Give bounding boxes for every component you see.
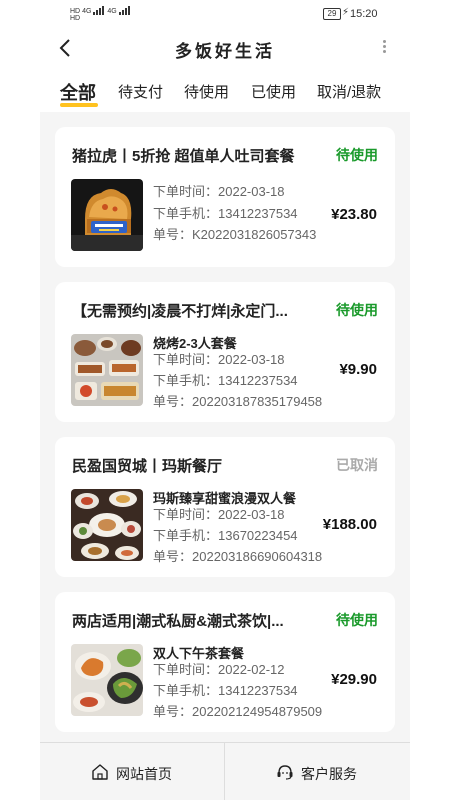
phone-screen: HD 4G 4G HD 29 ⚡ 15:20 多饭好生活 全部 待支付 待使用 … <box>40 0 410 800</box>
active-tab-indicator <box>60 103 98 107</box>
tab-cancelled-refund[interactable]: 取消/退款 <box>317 81 381 102</box>
order-status: 已取消 <box>336 457 378 473</box>
order-price: ¥188.00 <box>322 516 377 533</box>
customer-service-label: 客户服务 <box>301 766 357 782</box>
shop-name: 民盈国贸城丨玛斯餐厅 <box>72 458 223 475</box>
product-image <box>71 334 143 406</box>
order-phone: 下单手机：13412237534 <box>153 373 298 388</box>
tab-all[interactable]: 全部 <box>60 79 96 105</box>
bottom-bar: 网站首页 客户服务 <box>40 742 410 800</box>
signal-icon-2 <box>118 6 131 15</box>
order-number: 单号：202202124954879509 <box>153 704 323 719</box>
clock: 15:20 <box>350 8 378 20</box>
product-image <box>71 179 143 251</box>
order-price: ¥23.80 <box>331 206 377 223</box>
product-image <box>71 644 143 716</box>
network-label-2: 4G <box>107 8 117 15</box>
shop-name: 两店适用|潮式私厨&潮式茶饮|... <box>72 613 284 630</box>
order-status: 待使用 <box>336 612 378 628</box>
customer-service-icon <box>277 765 293 780</box>
order-price: ¥9.90 <box>339 361 377 378</box>
signal-hd-label: HD <box>70 8 81 15</box>
signal-indicator: HD 4G 4G HD <box>70 6 131 22</box>
signal-hd-label-2: HD <box>70 15 81 22</box>
page-title: 多饭好生活 <box>175 42 275 61</box>
home-button-label: 网站首页 <box>116 766 172 782</box>
order-number: 单号：K2022031826057343 <box>153 227 317 242</box>
order-number: 单号：202203186690604318 <box>153 549 323 564</box>
tab-used[interactable]: 已使用 <box>251 81 296 102</box>
shop-name: 猪拉虎丨5折抢 超值单人吐司套餐 <box>72 148 295 165</box>
order-time: 下单时间：2022-03-18 <box>153 507 285 522</box>
order-card[interactable]: 猪拉虎丨5折抢 超值单人吐司套餐 待使用 下单时间：2022-03-18 下单手… <box>55 127 395 267</box>
order-tabs: 全部 待支付 待使用 已使用 取消/退款 <box>40 68 410 112</box>
home-button[interactable]: 网站首页 <box>40 743 224 800</box>
order-time: 下单时间：2022-02-12 <box>153 662 285 677</box>
order-phone: 下单手机：13670223454 <box>153 528 298 543</box>
order-status: 待使用 <box>336 302 378 318</box>
order-price: ¥29.90 <box>331 671 377 688</box>
order-number: 单号：202203187835179458 <box>153 394 323 409</box>
navigation-bar: 多饭好生活 <box>40 28 410 68</box>
status-bar: HD 4G 4G HD 29 ⚡ 15:20 <box>40 0 410 28</box>
order-card[interactable]: 民盈国贸城丨玛斯餐厅 已取消 玛斯臻享甜蜜浪漫双人餐 下单时间：2022-03-… <box>55 437 395 577</box>
more-vertical-icon <box>380 40 388 53</box>
tab-pending-use[interactable]: 待使用 <box>184 81 229 102</box>
order-card[interactable]: 【无需预约|凌晨不打烊|永定门... 待使用 烧烤2-3人套餐 下单时间：202… <box>55 282 395 422</box>
order-card[interactable]: 两店适用|潮式私厨&潮式茶饮|... 待使用 双人下午茶套餐 下单时间：2022… <box>55 592 395 732</box>
product-image <box>71 489 143 561</box>
shop-name: 【无需预约|凌晨不打烊|永定门... <box>72 303 288 320</box>
more-menu-button[interactable] <box>380 38 388 58</box>
order-time: 下单时间：2022-03-18 <box>153 352 285 367</box>
battery-icon: 29 <box>323 8 341 20</box>
order-phone: 下单手机：13412237534 <box>153 206 298 221</box>
network-label: 4G <box>82 8 92 15</box>
order-status: 待使用 <box>336 147 378 163</box>
charging-icon: ⚡ <box>342 7 350 18</box>
order-time: 下单时间：2022-03-18 <box>153 184 285 199</box>
home-icon <box>92 764 108 780</box>
order-phone: 下单手机：13412237534 <box>153 683 298 698</box>
customer-service-button[interactable]: 客户服务 <box>225 743 409 800</box>
tab-pending-payment[interactable]: 待支付 <box>118 81 163 102</box>
signal-icon <box>93 6 105 15</box>
